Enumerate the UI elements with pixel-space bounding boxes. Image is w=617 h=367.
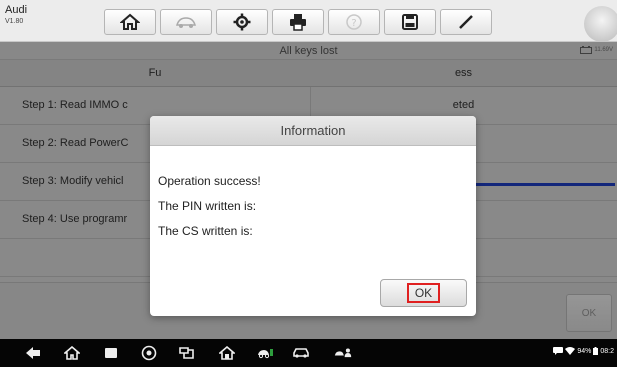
dialog-title: Information (150, 116, 476, 146)
corner-button[interactable] (584, 6, 617, 42)
status-area: 94% 08:2 (553, 347, 614, 355)
save-icon (402, 14, 418, 30)
user-car-icon (334, 348, 352, 358)
system-navbar: 94% 08:2 (0, 339, 617, 367)
recents-icon (105, 348, 117, 358)
print-button[interactable] (272, 9, 324, 35)
back-button[interactable] (24, 345, 42, 361)
chat-icon (553, 347, 564, 355)
dialog-ok-button[interactable]: OK (380, 279, 467, 307)
print-icon (290, 14, 306, 31)
edit-icon (459, 15, 473, 29)
wifi-icon (565, 347, 576, 355)
user-car-button[interactable] (334, 345, 352, 361)
brand-version: V1.80 (5, 18, 24, 25)
dialog-ok-label: OK (406, 283, 441, 303)
home-nav-icon (64, 346, 80, 360)
brand: Audi V1.80 (5, 4, 28, 26)
vci-icon (179, 347, 194, 359)
modal-overlay: Information Operation success! The PIN w… (0, 42, 617, 339)
dialog-pin-line: The PIN written is: (158, 199, 257, 213)
back-icon (26, 347, 40, 359)
edit-button[interactable] (440, 9, 492, 35)
home-nav-button[interactable] (63, 345, 81, 361)
recents-button[interactable] (102, 345, 120, 361)
car-icon (293, 348, 309, 358)
information-dialog: Information Operation success! The PIN w… (150, 116, 476, 316)
save-button[interactable] (384, 9, 436, 35)
vehicle-button[interactable] (160, 9, 212, 35)
device-battery-icon (593, 347, 599, 355)
svg-text:?: ? (351, 18, 356, 29)
autel-home-icon (219, 346, 235, 360)
help-icon: ? (346, 14, 362, 30)
help-button[interactable]: ? (328, 9, 380, 35)
vehicle-icon (176, 17, 196, 28)
top-toolbar: Audi V1.80 ? (0, 0, 617, 42)
dialog-cs-line: The CS written is: (158, 224, 253, 238)
browser-icon (141, 345, 157, 361)
settings-button[interactable] (216, 9, 268, 35)
settings-icon (233, 13, 251, 31)
car-service-icon (258, 349, 273, 359)
home-icon (120, 13, 140, 30)
autel-home-button[interactable] (218, 345, 236, 361)
vci-button[interactable] (178, 345, 196, 361)
brand-name: Audi (5, 4, 28, 16)
car-service-button[interactable] (256, 345, 274, 361)
browser-button[interactable] (140, 345, 158, 361)
car-button[interactable] (292, 345, 310, 361)
battery-percent: 94% (577, 347, 592, 355)
home-button[interactable] (104, 9, 156, 35)
clock: 08:2 (600, 347, 614, 355)
dialog-message: Operation success! (158, 174, 261, 188)
